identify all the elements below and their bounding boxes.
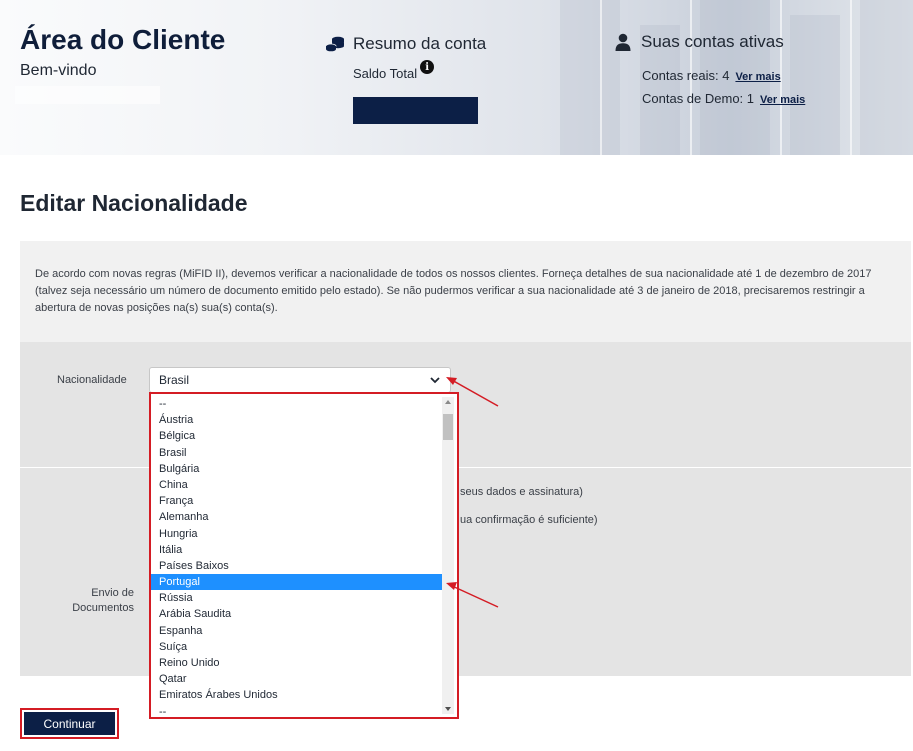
username-placeholder [15, 86, 160, 104]
nationality-option[interactable]: Suíça [151, 639, 442, 655]
active-accounts-title: Suas contas ativas [641, 32, 784, 51]
nationality-label: Nacionalidade [57, 374, 127, 386]
nationality-selected-value: Brasil [159, 373, 190, 387]
real-accounts-more-link[interactable]: Ver mais [735, 71, 780, 83]
scroll-down-icon[interactable] [445, 707, 451, 711]
nationality-option[interactable]: -- [151, 396, 442, 412]
saldo-total: Saldo Total i [353, 60, 435, 81]
nationality-option[interactable]: Reino Unido [151, 655, 442, 671]
real-accounts-row: Contas reais: 4 Ver mais [642, 68, 781, 83]
nationality-option[interactable]: Áustria [151, 412, 442, 428]
nationality-dropdown-list[interactable]: -- Áustria Bélgica Brasil Bulgária China Franç… [149, 392, 459, 719]
nationality-option[interactable]: Espanha [151, 623, 442, 639]
nationality-option[interactable]: Brasil [151, 445, 442, 461]
real-accounts-label: Contas reais: 4 [642, 68, 730, 83]
nationality-select[interactable]: Brasil [149, 367, 451, 393]
notice-panel: De acordo com novas regras (MiFID II), d… [20, 241, 911, 342]
continue-highlight: Continuar [20, 708, 119, 739]
documents-label: Envio de Documentos [72, 587, 134, 614]
nationality-option[interactable]: Bélgica [151, 428, 442, 444]
nationality-option[interactable]: -- [151, 704, 442, 720]
demo-accounts-row: Contas de Demo: 1 Ver mais [642, 91, 805, 106]
user-icon [615, 33, 631, 51]
nationality-option[interactable]: Países Baixos [151, 558, 442, 574]
demo-accounts-more-link[interactable]: Ver mais [760, 94, 805, 106]
info-icon[interactable]: i [420, 60, 435, 74]
coins-icon [325, 36, 344, 52]
welcome-text: Bem-vindo [20, 62, 97, 79]
nationality-option[interactable]: Rússia [151, 590, 442, 606]
notice-text: De acordo com novas regras (MiFID II), d… [35, 268, 872, 314]
account-summary-title: Resumo da conta [353, 34, 487, 53]
nationality-option[interactable]: China [151, 477, 442, 493]
page-title: Editar Nacionalidade [20, 190, 248, 216]
continue-button[interactable]: Continuar [24, 712, 115, 735]
nationality-option[interactable]: Portugal [151, 574, 442, 591]
active-accounts: Suas contas ativas Contas reais: 4 Ver ma… [615, 32, 805, 106]
annotation-arrows [446, 377, 499, 608]
chevron-down-icon [430, 377, 440, 384]
saldo-value-box [353, 97, 478, 124]
account-summary-heading: Resumo da conta [325, 34, 486, 54]
nationality-option[interactable]: Emiratos Árabes Unidos [151, 687, 442, 703]
nationality-option[interactable]: Arábia Saudita [151, 606, 442, 622]
nationality-option[interactable]: Alemanha [151, 509, 442, 525]
nationality-option[interactable]: Itália [151, 542, 442, 558]
page-header-title: Área do Cliente [20, 24, 226, 55]
nationality-option[interactable]: Bulgária [151, 461, 442, 477]
saldo-total-label: Saldo Total [353, 66, 418, 81]
nationality-option[interactable]: Qatar [151, 671, 442, 687]
nationality-option[interactable]: França [151, 493, 442, 509]
demo-accounts-label: Contas de Demo: 1 [642, 91, 755, 106]
nationality-options: -- Áustria Bélgica Brasil Bulgária China Franç… [151, 396, 442, 720]
nationality-option[interactable]: Hungria [151, 526, 442, 542]
